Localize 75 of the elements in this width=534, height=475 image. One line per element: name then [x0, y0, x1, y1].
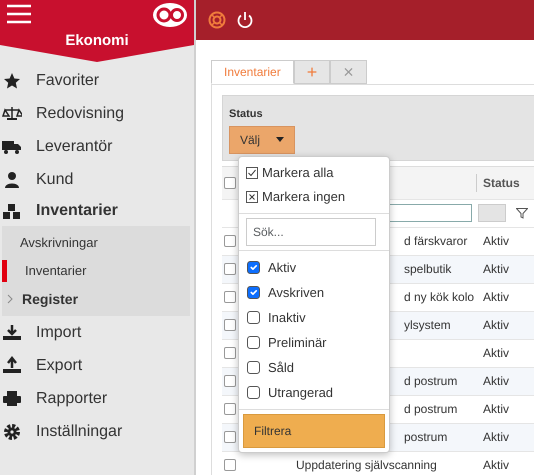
table-cell-text: Aktiv: [482, 261, 510, 278]
menu-item[interactable]: Markera alla: [239, 161, 389, 185]
table-cell-text: Aktiv: [482, 289, 510, 306]
table-cell: Uppdatering självscanning: [296, 458, 437, 472]
sidebar-item[interactable]: Export: [0, 349, 194, 382]
table-cell-text: Aktiv: [482, 457, 510, 474]
submenu-item[interactable]: Avskrivningar: [2, 229, 190, 257]
table-cell-text: Aktiv: [482, 401, 510, 418]
row-checkbox[interactable]: [224, 375, 236, 387]
select-all-checkbox[interactable]: [224, 176, 236, 188]
checkbox[interactable]: [247, 311, 260, 324]
sidebar-item[interactable]: Rapporter: [0, 382, 194, 415]
power-icon[interactable]: [236, 11, 254, 29]
boxes-icon: [2, 202, 22, 220]
table-cell-text: Aktiv: [482, 429, 510, 446]
table-cell: d färskvaror: [404, 234, 468, 248]
scales-icon: [2, 104, 22, 123]
row-checkbox[interactable]: [224, 319, 236, 331]
filter-label: Status: [229, 107, 264, 122]
sidebar-group[interactable]: Register: [2, 285, 190, 313]
selection-indicator: [2, 260, 7, 282]
sidebar-item[interactable]: Leverantör: [0, 130, 194, 163]
table-cell-text: Aktiv: [482, 373, 510, 390]
table-cell: postrum: [404, 430, 448, 444]
table-cell: spelbutik: [404, 262, 452, 276]
checked-box-icon: [246, 167, 258, 179]
option-item[interactable]: Såld: [239, 355, 389, 380]
printer-icon: [2, 389, 22, 408]
menu-item[interactable]: Markera ingen: [239, 185, 389, 209]
checkbox[interactable]: [247, 386, 260, 399]
submenu-item[interactable]: Inventarier: [2, 257, 190, 285]
table-cell: d postrum: [404, 402, 458, 416]
table-cell: ylsystem: [404, 318, 451, 332]
option-item[interactable]: Aktiv: [239, 255, 389, 280]
sidebar-item[interactable]: Inställningar: [0, 415, 194, 448]
checkbox[interactable]: [247, 286, 260, 299]
row-checkbox[interactable]: [224, 431, 236, 443]
checkbox[interactable]: [247, 361, 260, 374]
checkbox[interactable]: [247, 336, 260, 349]
checkbox[interactable]: [247, 261, 260, 274]
row-checkbox[interactable]: [224, 347, 236, 359]
crossed-box-icon: [246, 191, 258, 203]
star-icon: [2, 71, 22, 90]
lifebuoy-icon[interactable]: [208, 11, 226, 29]
option-item[interactable]: Inaktiv: [239, 305, 389, 330]
filter-button[interactable]: Filtrera: [243, 414, 385, 448]
table-cell-text: Aktiv: [482, 345, 510, 362]
download-icon: [2, 323, 22, 342]
table-cell: d postrum: [404, 374, 458, 388]
sidebar-item[interactable]: Favoriter: [0, 64, 194, 97]
sidebar-item[interactable]: Inventarier: [0, 196, 194, 226]
row-checkbox[interactable]: [224, 459, 236, 471]
row-checkbox[interactable]: [224, 403, 236, 415]
row-checkbox[interactable]: [224, 263, 236, 275]
option-item[interactable]: Preliminär: [239, 330, 389, 355]
sidebar-item[interactable]: Redovisning: [0, 97, 194, 130]
upload-icon: [2, 356, 22, 375]
row-checkbox[interactable]: [224, 291, 236, 303]
table-cell-text: Aktiv: [482, 317, 510, 334]
search-field[interactable]: Sök...: [246, 218, 376, 246]
option-item[interactable]: Avskriven: [239, 280, 389, 305]
funnel-icon: [516, 208, 528, 218]
sidebar-item[interactable]: Import: [0, 316, 194, 349]
module-title: Ekonomi: [64, 31, 130, 51]
table-cell: d ny kök kolo: [404, 290, 474, 304]
sidebar-item[interactable]: Kund: [0, 163, 194, 196]
table-cell-text: Aktiv: [482, 233, 510, 250]
caret-down-icon: [276, 137, 284, 142]
select-dropdown-button[interactable]: Välj: [229, 126, 296, 154]
column-header[interactable]: Status: [476, 174, 534, 192]
person-icon: [2, 170, 22, 189]
chevron-right-icon: [6, 294, 14, 304]
menu-icon[interactable]: [6, 4, 32, 24]
option-item[interactable]: Utrangerad: [239, 380, 389, 405]
row-checkbox[interactable]: [224, 235, 236, 247]
